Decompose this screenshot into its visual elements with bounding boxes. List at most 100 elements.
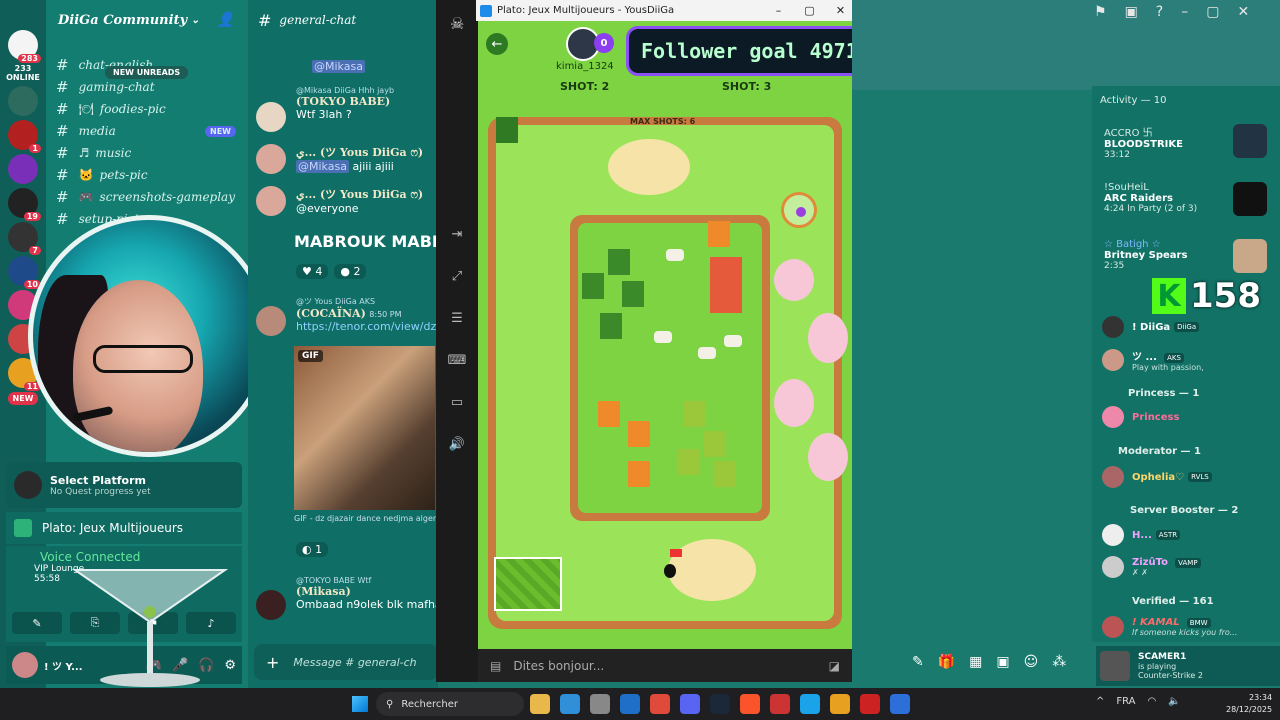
server-icon-5[interactable]: 7 (8, 222, 41, 255)
emoji-icon[interactable]: ◪ (829, 659, 840, 673)
exit-icon[interactable]: ⇥ (436, 220, 478, 248)
reaction-second[interactable]: ● 2 (334, 264, 367, 279)
member-row[interactable]: ツ ... AKS Play with passion, (1102, 348, 1204, 372)
server-icon-6[interactable]: 10 (8, 256, 41, 289)
steam-icon[interactable] (710, 694, 730, 714)
activity-item[interactable]: ACCRO 卐 BLOODSTRIKE 33:12 (1104, 124, 1183, 160)
minigolf-game[interactable]: ← 0 kimia_1324 SHOT: 2 SHOT: 3 MAX SHOTS… (478, 21, 852, 649)
message-author[interactable]: (Mikasa) (296, 585, 452, 598)
avatar[interactable] (256, 186, 286, 216)
chat-bubble-icon[interactable]: ▭ (436, 388, 478, 416)
gif-icon[interactable]: ▦ (969, 654, 982, 670)
file-explorer-icon[interactable] (530, 694, 550, 714)
server-icon-4[interactable]: 19 (8, 188, 41, 221)
sticker-icon[interactable]: ▣ (996, 654, 1009, 670)
browser-icon[interactable] (560, 694, 580, 714)
quest-card[interactable]: Select Platform No Quest progress yet (6, 462, 242, 508)
opera-icon[interactable] (770, 694, 790, 714)
reaction-heart[interactable]: ♥ 4 (296, 264, 329, 279)
activity-card[interactable]: Plato: Jeux Multijoueurs (6, 512, 242, 544)
game-chat-bar[interactable]: ▤ Dites bonjour... ◪ (478, 649, 852, 682)
message-link[interactable]: https://tenor.com/view/dz-c (296, 320, 446, 333)
discord-icon[interactable] (680, 694, 700, 714)
speaker-icon[interactable]: 🔈 (1168, 696, 1180, 707)
server-icon-3[interactable] (8, 154, 38, 184)
expand-icon[interactable]: ⤢ (436, 262, 478, 290)
server-icon-1[interactable] (8, 86, 38, 116)
channel-pets-pic[interactable]: # 🐱 pets-pic (46, 164, 246, 186)
server-header[interactable]: DiiGa Community ⌄ 👤 (46, 0, 246, 40)
app-icon[interactable] (800, 694, 820, 714)
avatar[interactable] (256, 306, 286, 336)
golf-ball[interactable] (781, 192, 817, 228)
keyboard-icon[interactable]: ⌨ (436, 346, 478, 374)
app-icon[interactable] (830, 694, 850, 714)
sliders-icon[interactable]: ☰ (436, 304, 478, 332)
mini-map[interactable] (494, 557, 562, 611)
channel-foodies-pic[interactable]: # 🍽 foodies-pic (46, 98, 246, 120)
activity-item[interactable]: ☆ Batigh ☆ Britney Spears 2:35 (1104, 239, 1187, 271)
close-icon[interactable]: ✕ (1237, 4, 1249, 20)
avatar[interactable] (12, 652, 38, 678)
channel-screenshots-gameplay[interactable]: # 🎮 screenshots-gameplay (46, 186, 246, 208)
chrome-icon[interactable] (650, 694, 670, 714)
message-author[interactable]: ي... (ツ Yous DiiGa ෆ) (296, 186, 423, 202)
avatar[interactable] (256, 102, 286, 132)
invite-icon[interactable]: 👤 (217, 12, 234, 28)
inbox-icon[interactable]: ▣ (1125, 4, 1138, 20)
message-input[interactable]: + Message # general-ch (254, 644, 438, 680)
member-row[interactable]: Ophelia♡ RVLS (1102, 466, 1212, 488)
plus-icon[interactable]: + (266, 653, 279, 672)
chevron-up-icon[interactable]: ^ (1096, 696, 1104, 707)
message-author[interactable]: (TOKYO BABE) (296, 95, 394, 108)
member-row[interactable]: ! KAMAL BMW If someone kicks you fro... (1102, 616, 1237, 638)
activity-item[interactable]: !SouHeiL ARC Raiders 4:24 In Party (2 of… (1104, 182, 1197, 214)
mention[interactable]: @Mikasa (312, 60, 365, 73)
now-playing-card[interactable]: SCAMER1 is playing Counter-Strike 2 (1096, 646, 1280, 686)
mail-icon[interactable] (620, 694, 640, 714)
reply-preview[interactable]: @ツ Yous DiiGa AKS (296, 296, 446, 307)
plato-taskbar-icon[interactable] (890, 694, 910, 714)
brush-icon[interactable]: ✎ (912, 654, 924, 670)
channel-media[interactable]: # media NEW (46, 120, 246, 142)
minimize-icon[interactable]: – (763, 4, 794, 17)
member-row[interactable]: Princess (1102, 406, 1179, 428)
gif-embed[interactable]: GIF (294, 346, 435, 510)
member-row[interactable]: H... ASTR (1102, 524, 1181, 546)
maximize-icon[interactable]: ▢ (794, 4, 825, 17)
apps-icon[interactable]: ⁂ (1052, 654, 1066, 670)
new-unreads-pill[interactable]: NEW UNREADS (105, 66, 189, 79)
emoji-icon[interactable]: ☺ (1024, 654, 1039, 670)
brave-icon[interactable] (740, 694, 760, 714)
activity-header[interactable]: Activity — 10 (1100, 95, 1166, 106)
store-icon[interactable] (590, 694, 610, 714)
taskbar-clock[interactable]: 23:34 28/12/2025 (1226, 692, 1272, 716)
message-author[interactable]: ي... (ツ Yous DiiGa ෆ) (296, 144, 423, 160)
wifi-icon[interactable]: ◠ (1148, 696, 1157, 707)
help-icon[interactable]: ? (1156, 4, 1163, 20)
mention[interactable]: @Mikasa (296, 160, 349, 173)
app-icon[interactable] (860, 694, 880, 714)
windows-start-icon[interactable] (352, 696, 368, 712)
camera-off-icon[interactable]: ✎ (12, 612, 62, 634)
lang-label[interactable]: FRA (1116, 696, 1135, 707)
server-icon-2[interactable]: 1 (8, 120, 41, 153)
maximize-icon[interactable]: ▢ (1206, 4, 1219, 20)
avatar[interactable] (256, 144, 286, 174)
home-server-icon[interactable]: 283 (8, 30, 41, 63)
avatar[interactable] (256, 590, 286, 620)
reply-preview[interactable]: @TOKYO BABE Wtf (296, 576, 452, 585)
channel-gaming-chat[interactable]: # gaming-chat (46, 76, 246, 98)
flag-icon[interactable]: ⚑ (1094, 4, 1107, 20)
back-arrow-icon[interactable]: ← (486, 33, 508, 55)
member-row[interactable]: ZizûTo VAMP ✗ ✗ (1102, 556, 1201, 578)
taskbar-search[interactable]: ⚲ Rechercher (376, 692, 524, 716)
message-author[interactable]: (COCAÏNA) (296, 307, 366, 320)
gift-icon[interactable]: 🎁 (938, 654, 955, 670)
new-servers-pill[interactable]: NEW (8, 392, 38, 405)
minimize-icon[interactable]: – (1181, 4, 1188, 20)
reply-preview[interactable]: @Mikasa DiiGa Hhh jayb (296, 86, 394, 95)
speaker-icon[interactable]: 🔊 (436, 430, 478, 458)
member-row[interactable]: ! DiiGa DiiGa (1102, 316, 1200, 338)
channel-music[interactable]: # ♬ music (46, 142, 246, 164)
